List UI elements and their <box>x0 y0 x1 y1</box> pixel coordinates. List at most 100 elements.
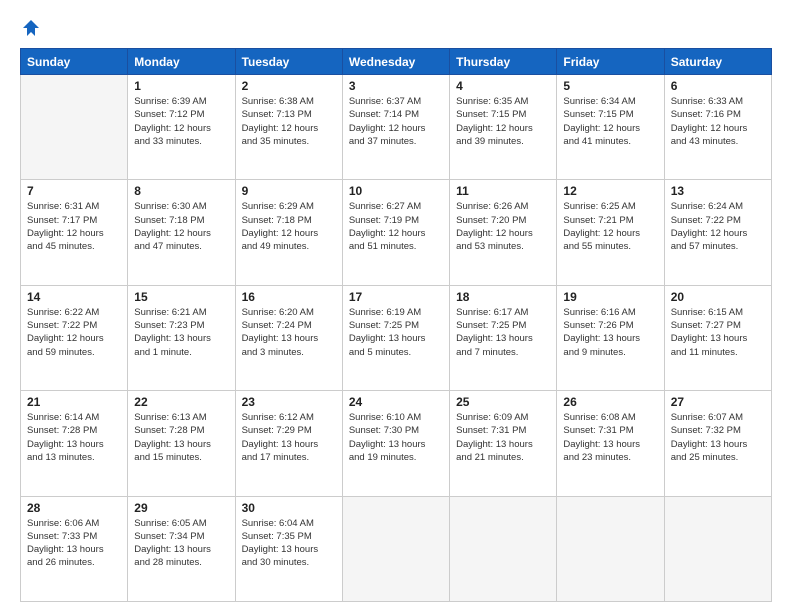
day-number: 5 <box>563 79 657 93</box>
day-info: Sunrise: 6:12 AMSunset: 7:29 PMDaylight:… <box>242 411 336 464</box>
day-number: 20 <box>671 290 765 304</box>
day-info: Sunrise: 6:29 AMSunset: 7:18 PMDaylight:… <box>242 200 336 253</box>
day-number: 16 <box>242 290 336 304</box>
calendar-day-cell: 14 Sunrise: 6:22 AMSunset: 7:22 PMDayligh… <box>21 285 128 390</box>
calendar-day-cell: 5 Sunrise: 6:34 AMSunset: 7:15 PMDaylight… <box>557 75 664 180</box>
calendar-day-cell: 13Sunrise: 6:24 AMSunset: 7:22 PMDayligh… <box>664 180 771 285</box>
day-info: Sunrise: 6:38 AMSunset: 7:13 PMDaylight:… <box>242 95 336 148</box>
calendar-header-saturday: Saturday <box>664 49 771 75</box>
calendar-day-cell: 27 Sunrise: 6:07 AMSunset: 7:32 PMDayligh… <box>664 391 771 496</box>
day-number: 14 <box>27 290 121 304</box>
calendar-day-cell <box>557 496 664 601</box>
calendar-day-cell: 16 Sunrise: 6:20 AMSunset: 7:24 PMDayligh… <box>235 285 342 390</box>
calendar-day-cell: 20 Sunrise: 6:15 AMSunset: 7:27 PMDayligh… <box>664 285 771 390</box>
calendar-day-cell: 9 Sunrise: 6:29 AMSunset: 7:18 PMDaylight… <box>235 180 342 285</box>
calendar-day-cell: 17Sunrise: 6:19 AMSunset: 7:25 PMDayligh… <box>342 285 449 390</box>
day-number: 9 <box>242 184 336 198</box>
calendar-day-cell: 29 Sunrise: 6:05 AMSunset: 7:34 PMDayligh… <box>128 496 235 601</box>
calendar-header-monday: Monday <box>128 49 235 75</box>
calendar-day-cell: 3 Sunrise: 6:37 AMSunset: 7:14 PMDaylight… <box>342 75 449 180</box>
calendar-day-cell: 4Sunrise: 6:35 AMSunset: 7:15 PMDaylight… <box>450 75 557 180</box>
day-number: 27 <box>671 395 765 409</box>
day-number: 3 <box>349 79 443 93</box>
calendar-day-cell: 6 Sunrise: 6:33 AMSunset: 7:16 PMDaylight… <box>664 75 771 180</box>
day-number: 2 <box>242 79 336 93</box>
day-number: 25 <box>456 395 550 409</box>
day-info: Sunrise: 6:07 AMSunset: 7:32 PMDaylight:… <box>671 411 765 464</box>
calendar-day-cell: 11Sunrise: 6:26 AMSunset: 7:20 PMDayligh… <box>450 180 557 285</box>
page: SundayMondayTuesdayWednesdayThursdayFrid… <box>0 0 792 612</box>
calendar-day-cell: 19 Sunrise: 6:16 AMSunset: 7:26 PMDayligh… <box>557 285 664 390</box>
day-number: 24 <box>349 395 443 409</box>
day-number: 11 <box>456 184 550 198</box>
day-info: Sunrise: 6:05 AMSunset: 7:34 PMDaylight:… <box>134 517 228 570</box>
logo-icon <box>21 18 41 38</box>
day-info: Sunrise: 6:24 AMSunset: 7:22 PMDaylight:… <box>671 200 765 253</box>
calendar-week-row: 1 Sunrise: 6:39 AMSunset: 7:12 PMDaylight… <box>21 75 772 180</box>
day-number: 26 <box>563 395 657 409</box>
day-info: Sunrise: 6:10 AMSunset: 7:30 PMDaylight:… <box>349 411 443 464</box>
calendar-day-cell <box>450 496 557 601</box>
day-info: Sunrise: 6:16 AMSunset: 7:26 PMDaylight:… <box>563 306 657 359</box>
calendar-day-cell: 23 Sunrise: 6:12 AMSunset: 7:29 PMDayligh… <box>235 391 342 496</box>
day-number: 22 <box>134 395 228 409</box>
calendar-day-cell: 28Sunrise: 6:06 AMSunset: 7:33 PMDayligh… <box>21 496 128 601</box>
calendar-day-cell: 10 Sunrise: 6:27 AMSunset: 7:19 PMDayligh… <box>342 180 449 285</box>
day-number: 21 <box>27 395 121 409</box>
calendar-day-cell: 12 Sunrise: 6:25 AMSunset: 7:21 PMDayligh… <box>557 180 664 285</box>
day-number: 10 <box>349 184 443 198</box>
day-info: Sunrise: 6:37 AMSunset: 7:14 PMDaylight:… <box>349 95 443 148</box>
day-number: 23 <box>242 395 336 409</box>
calendar-day-cell <box>664 496 771 601</box>
day-info: Sunrise: 6:08 AMSunset: 7:31 PMDaylight:… <box>563 411 657 464</box>
day-info: Sunrise: 6:17 AMSunset: 7:25 PMDaylight:… <box>456 306 550 359</box>
calendar-day-cell: 30Sunrise: 6:04 AMSunset: 7:35 PMDayligh… <box>235 496 342 601</box>
calendar-day-cell: 15Sunrise: 6:21 AMSunset: 7:23 PMDayligh… <box>128 285 235 390</box>
day-info: Sunrise: 6:39 AMSunset: 7:12 PMDaylight:… <box>134 95 228 148</box>
calendar-day-cell <box>342 496 449 601</box>
day-number: 30 <box>242 501 336 515</box>
day-info: Sunrise: 6:19 AMSunset: 7:25 PMDaylight:… <box>349 306 443 359</box>
calendar-week-row: 28Sunrise: 6:06 AMSunset: 7:33 PMDayligh… <box>21 496 772 601</box>
day-info: Sunrise: 6:30 AMSunset: 7:18 PMDaylight:… <box>134 200 228 253</box>
calendar-header-tuesday: Tuesday <box>235 49 342 75</box>
calendar-day-cell <box>21 75 128 180</box>
day-info: Sunrise: 6:22 AMSunset: 7:22 PMDaylight:… <box>27 306 121 359</box>
day-number: 7 <box>27 184 121 198</box>
calendar-day-cell: 2 Sunrise: 6:38 AMSunset: 7:13 PMDaylight… <box>235 75 342 180</box>
day-info: Sunrise: 6:20 AMSunset: 7:24 PMDaylight:… <box>242 306 336 359</box>
day-number: 19 <box>563 290 657 304</box>
day-info: Sunrise: 6:15 AMSunset: 7:27 PMDaylight:… <box>671 306 765 359</box>
day-info: Sunrise: 6:25 AMSunset: 7:21 PMDaylight:… <box>563 200 657 253</box>
calendar-day-cell: 18 Sunrise: 6:17 AMSunset: 7:25 PMDayligh… <box>450 285 557 390</box>
logo <box>20 18 42 38</box>
day-info: Sunrise: 6:33 AMSunset: 7:16 PMDaylight:… <box>671 95 765 148</box>
calendar-header-thursday: Thursday <box>450 49 557 75</box>
day-number: 6 <box>671 79 765 93</box>
day-info: Sunrise: 6:09 AMSunset: 7:31 PMDaylight:… <box>456 411 550 464</box>
calendar-header-row: SundayMondayTuesdayWednesdayThursdayFrid… <box>21 49 772 75</box>
day-number: 12 <box>563 184 657 198</box>
calendar-header-sunday: Sunday <box>21 49 128 75</box>
day-number: 29 <box>134 501 228 515</box>
calendar-week-row: 21 Sunrise: 6:14 AMSunset: 7:28 PMDayligh… <box>21 391 772 496</box>
calendar-day-cell: 26 Sunrise: 6:08 AMSunset: 7:31 PMDayligh… <box>557 391 664 496</box>
day-info: Sunrise: 6:21 AMSunset: 7:23 PMDaylight:… <box>134 306 228 359</box>
calendar-day-cell: 22 Sunrise: 6:13 AMSunset: 7:28 PMDayligh… <box>128 391 235 496</box>
calendar-day-cell: 24 Sunrise: 6:10 AMSunset: 7:30 PMDayligh… <box>342 391 449 496</box>
day-number: 8 <box>134 184 228 198</box>
day-info: Sunrise: 6:27 AMSunset: 7:19 PMDaylight:… <box>349 200 443 253</box>
day-info: Sunrise: 6:34 AMSunset: 7:15 PMDaylight:… <box>563 95 657 148</box>
day-info: Sunrise: 6:06 AMSunset: 7:33 PMDaylight:… <box>27 517 121 570</box>
calendar-header-friday: Friday <box>557 49 664 75</box>
day-info: Sunrise: 6:13 AMSunset: 7:28 PMDaylight:… <box>134 411 228 464</box>
calendar-day-cell: 25 Sunrise: 6:09 AMSunset: 7:31 PMDayligh… <box>450 391 557 496</box>
calendar-day-cell: 1 Sunrise: 6:39 AMSunset: 7:12 PMDaylight… <box>128 75 235 180</box>
day-number: 1 <box>134 79 228 93</box>
day-number: 18 <box>456 290 550 304</box>
calendar-table: SundayMondayTuesdayWednesdayThursdayFrid… <box>20 48 772 602</box>
calendar-day-cell: 7Sunrise: 6:31 AMSunset: 7:17 PMDaylight… <box>21 180 128 285</box>
calendar-day-cell: 21 Sunrise: 6:14 AMSunset: 7:28 PMDayligh… <box>21 391 128 496</box>
calendar-week-row: 7Sunrise: 6:31 AMSunset: 7:17 PMDaylight… <box>21 180 772 285</box>
day-info: Sunrise: 6:14 AMSunset: 7:28 PMDaylight:… <box>27 411 121 464</box>
